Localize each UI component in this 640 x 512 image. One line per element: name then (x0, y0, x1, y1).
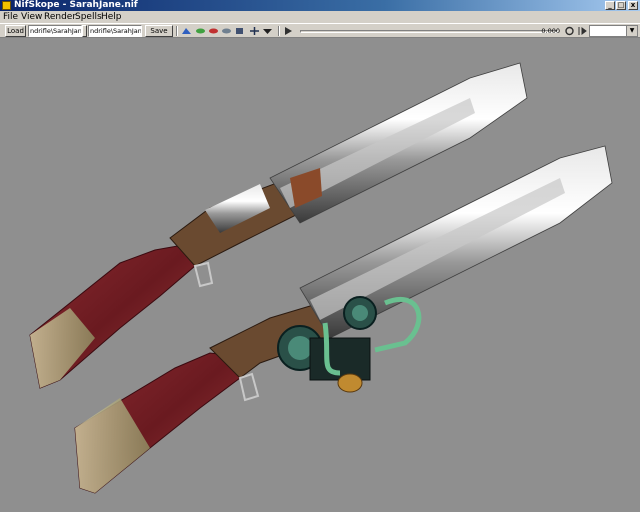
save-path-field[interactable]: ndrifle\SarahJane.nif (88, 25, 142, 37)
chevron-down-icon[interactable]: ▼ (626, 26, 637, 36)
lighting-icon[interactable] (234, 26, 245, 36)
zoom-icon[interactable] (221, 26, 232, 36)
app-icon (2, 1, 11, 10)
toolbar-separator-2 (278, 26, 280, 36)
minimize-button[interactable]: _ (605, 1, 615, 10)
time-slider[interactable] (300, 30, 558, 33)
switch-icon[interactable] (577, 26, 588, 36)
menu-help[interactable]: Help (101, 11, 122, 23)
menu-bar: File View Render Spells Help (0, 11, 640, 23)
view-mode-icon[interactable] (181, 26, 192, 36)
save-as-button[interactable]: Save As (145, 25, 173, 45)
menu-render[interactable]: Render (44, 11, 76, 23)
time-value: 0.000 (541, 27, 560, 35)
animation-select[interactable]: ▼ (589, 25, 638, 37)
animate-icon[interactable] (208, 26, 219, 36)
load-path-field[interactable]: ndrifle\SarahJane.nif (28, 25, 82, 37)
close-button[interactable]: x (628, 1, 638, 10)
swap-paths-button[interactable] (82, 25, 87, 37)
toolbar: Load ndrifle\SarahJane.nif ndrifle\Sarah… (0, 23, 640, 45)
render-viewport[interactable] (0, 38, 640, 512)
window-title: NifSkope - SarahJane.nif (14, 0, 138, 10)
eye-icon[interactable] (195, 26, 206, 36)
play-icon[interactable] (283, 26, 294, 36)
menu-spells[interactable]: Spells (75, 11, 102, 23)
load-button[interactable]: Load (5, 25, 26, 37)
maximize-button[interactable]: □ (616, 1, 626, 10)
window-title-bar: NifSkope - SarahJane.nif _ □ x (0, 0, 640, 11)
axis-icon[interactable] (249, 26, 260, 36)
dropdown-arrow-icon[interactable] (262, 26, 273, 36)
toolbar-separator (176, 26, 178, 36)
menu-file[interactable]: File (3, 11, 18, 23)
loop-icon[interactable] (564, 26, 575, 36)
menu-view[interactable]: View (21, 11, 42, 23)
